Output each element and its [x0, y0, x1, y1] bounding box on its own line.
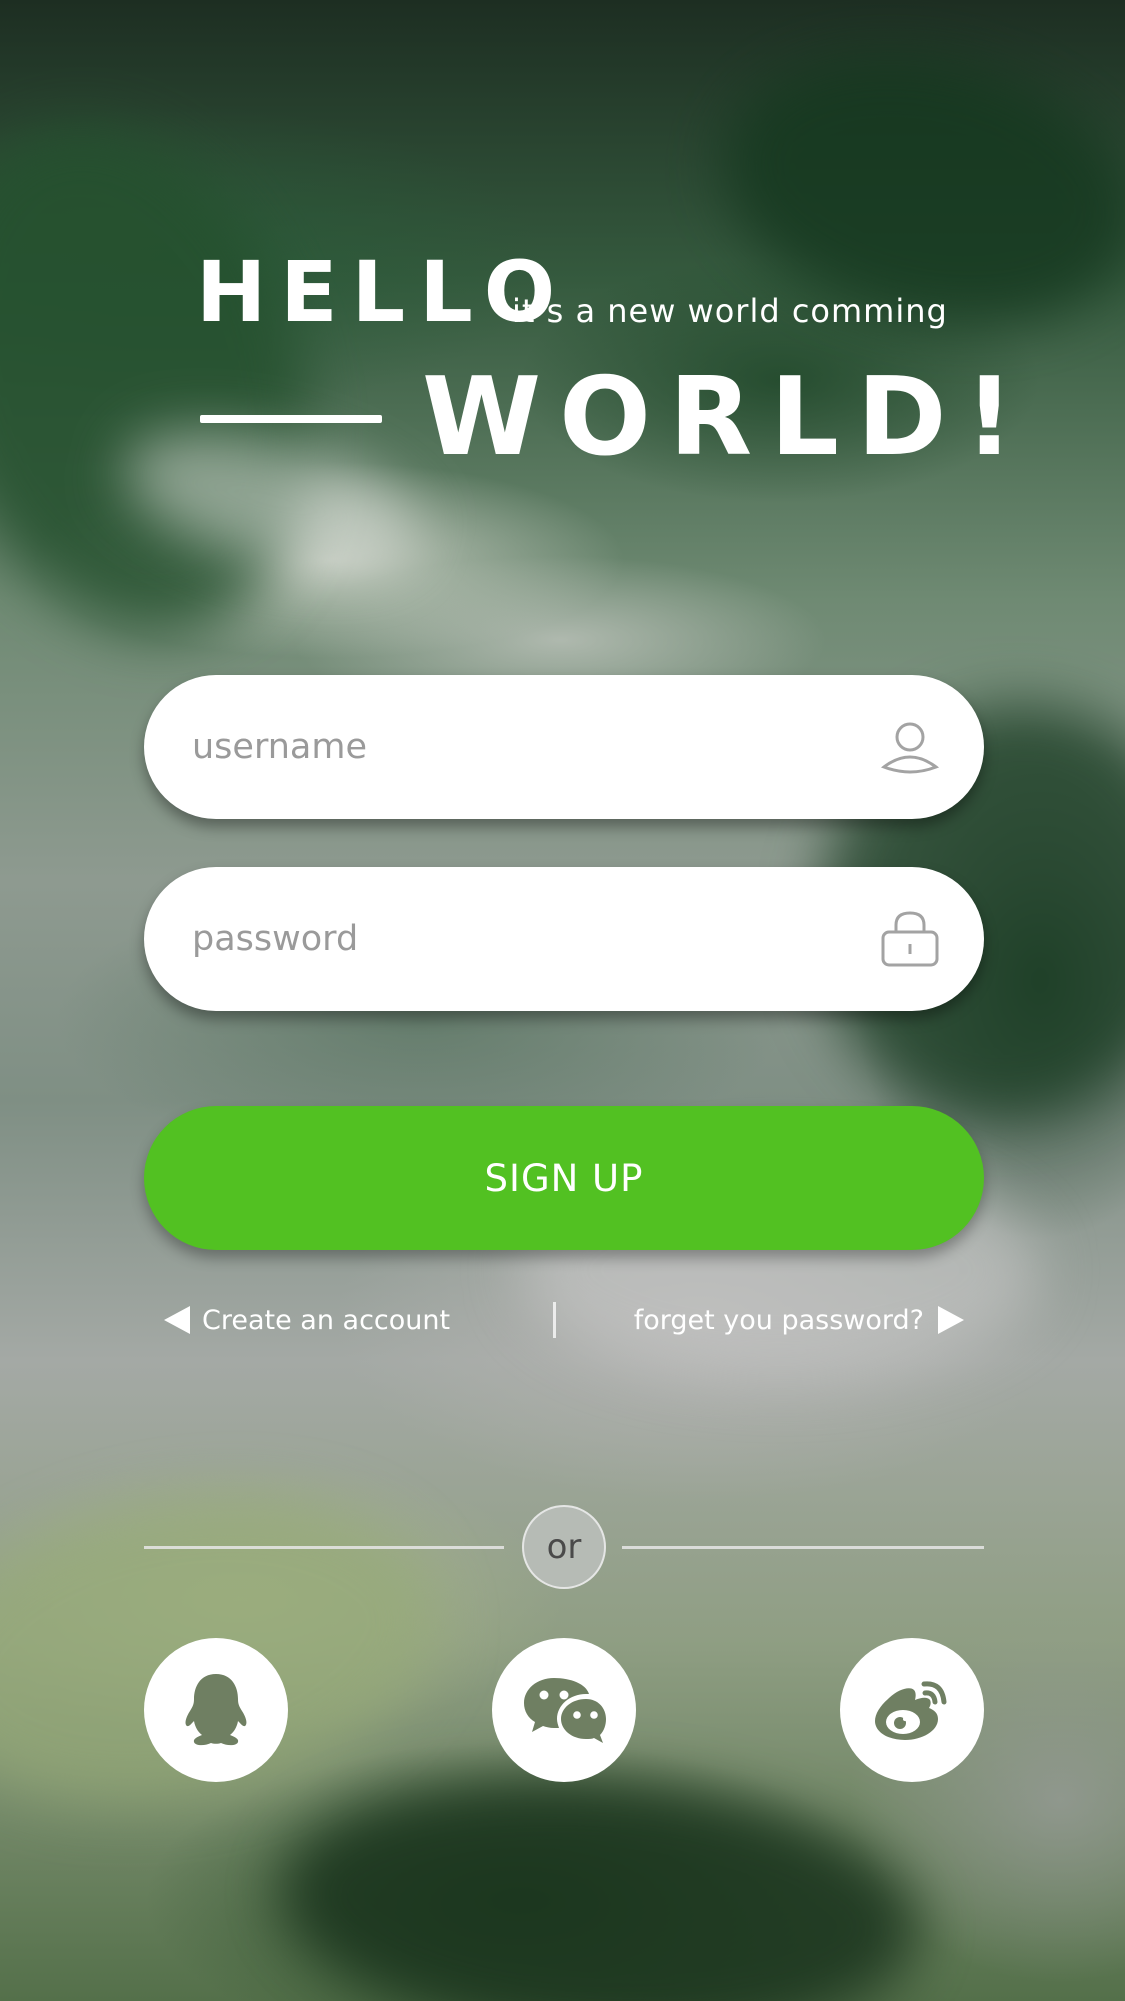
links-separator: [553, 1302, 556, 1338]
create-account-link[interactable]: Create an account: [164, 1298, 450, 1342]
arrow-right-icon: [938, 1306, 964, 1334]
password-input[interactable]: [192, 899, 832, 979]
account-links: Create an account forget you password?: [144, 1298, 984, 1342]
forget-password-link[interactable]: forget you password?: [634, 1298, 964, 1342]
create-account-label: Create an account: [202, 1304, 451, 1336]
user-icon: [880, 722, 940, 774]
password-field[interactable]: [144, 867, 984, 1011]
or-divider: or: [144, 1505, 984, 1589]
username-field[interactable]: [144, 675, 984, 819]
arrow-left-icon: [164, 1306, 190, 1334]
wechat-login-button[interactable]: [492, 1638, 636, 1782]
forget-password-label: forget you password?: [633, 1304, 924, 1336]
signup-button[interactable]: SIGN UP: [144, 1106, 984, 1250]
title-dash: [200, 415, 382, 423]
divider-line-left: [144, 1546, 504, 1549]
or-badge: or: [522, 1505, 606, 1589]
world-heading: WORLD!: [422, 355, 1032, 480]
tagline: it’s a new world comming: [512, 292, 948, 330]
qq-login-button[interactable]: [144, 1638, 288, 1782]
qq-penguin-icon: [185, 1674, 247, 1746]
weibo-login-button[interactable]: [840, 1638, 984, 1782]
wechat-icon: [524, 1678, 606, 1743]
hero-title: HELLO it’s a new world comming WORLD!: [0, 0, 1125, 520]
weibo-icon: [875, 1681, 947, 1740]
divider-line-right: [622, 1546, 984, 1549]
lock-icon: [881, 911, 939, 967]
username-input[interactable]: [192, 707, 832, 787]
